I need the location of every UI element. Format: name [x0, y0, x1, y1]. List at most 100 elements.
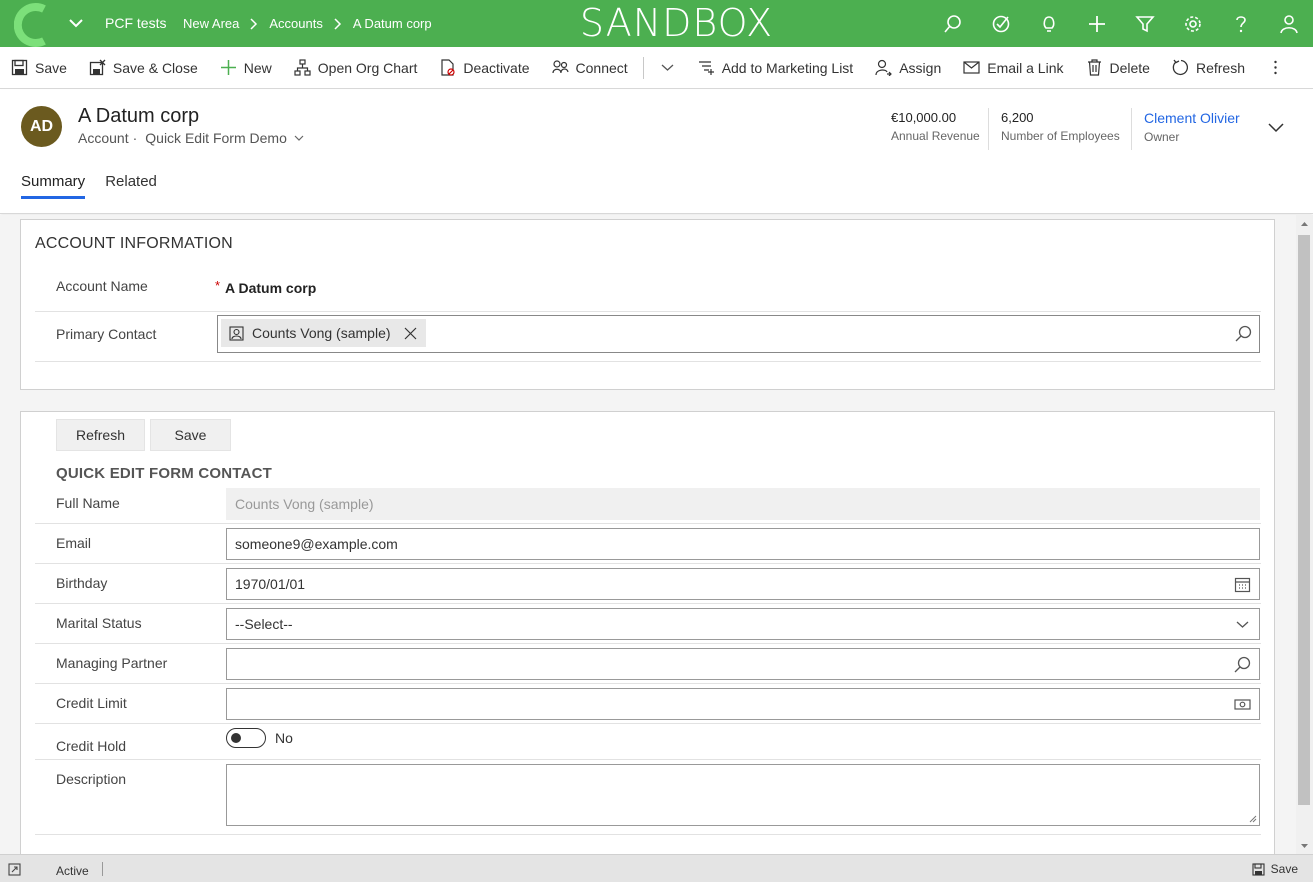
deactivate-icon — [441, 59, 455, 76]
close-icon[interactable] — [403, 326, 418, 341]
quick-edit-refresh-button[interactable]: Refresh — [56, 419, 145, 451]
quick-edit-form-section: Refresh Save QUICK EDIT FORM CONTACT Ful… — [20, 411, 1275, 854]
managing-partner-row: Managing Partner — [35, 644, 1261, 684]
credit-limit-field[interactable] — [226, 688, 1260, 720]
footer-save-button[interactable]: Save — [1252, 862, 1298, 876]
environment-banner: SANDBOX — [579, 1, 774, 45]
open-org-chart-button[interactable]: Open Org Chart — [283, 47, 429, 89]
connect-button[interactable]: Connect — [541, 47, 639, 89]
user-icon[interactable] — [1265, 0, 1313, 47]
save-close-button[interactable]: Save & Close — [78, 47, 209, 89]
more-connect-dropdown[interactable] — [648, 47, 687, 89]
more-vertical-icon — [1274, 60, 1277, 75]
scroll-down-icon[interactable] — [1300, 841, 1309, 850]
header-divider — [988, 108, 989, 150]
org-chart-icon — [294, 59, 311, 76]
account-name-label: Account Name — [56, 278, 148, 294]
task-icon[interactable] — [977, 0, 1025, 47]
footer-save-label: Save — [1270, 862, 1298, 876]
app-name[interactable]: PCF tests — [105, 15, 166, 31]
chevron-down-icon[interactable] — [66, 13, 86, 33]
owner-link[interactable]: Clement Olivier — [1144, 110, 1240, 126]
top-icons — [929, 0, 1313, 47]
save-icon — [1252, 862, 1265, 876]
breadcrumb-area[interactable]: New Area — [183, 16, 239, 31]
breadcrumb: New Area Accounts A Datum corp — [183, 16, 432, 31]
tab-summary[interactable]: Summary — [21, 173, 86, 199]
chevron-down-icon — [294, 135, 304, 141]
breadcrumb-accounts[interactable]: Accounts — [269, 16, 322, 31]
chevron-down-icon — [661, 64, 674, 71]
save-close-icon — [89, 59, 106, 76]
birthday-field[interactable]: 1970/01/01 — [226, 568, 1260, 600]
gear-icon[interactable] — [1169, 0, 1217, 47]
app-logo-icon[interactable] — [14, 3, 54, 47]
delete-button[interactable]: Delete — [1075, 47, 1161, 89]
description-textarea[interactable] — [226, 764, 1260, 826]
owner-label: Owner — [1144, 130, 1180, 144]
search-icon[interactable] — [1235, 325, 1252, 342]
vertical-scrollbar[interactable] — [1296, 215, 1313, 854]
lightbulb-icon[interactable] — [1025, 0, 1073, 47]
description-label: Description — [56, 771, 127, 787]
contact-card-icon — [229, 325, 244, 341]
more-commands-button[interactable] — [1256, 47, 1295, 89]
email-field[interactable]: someone9@example.com — [226, 528, 1260, 560]
expand-header-icon[interactable] — [1266, 120, 1286, 136]
email-value: someone9@example.com — [235, 536, 398, 552]
annual-revenue-value: €10,000.00 — [891, 110, 957, 125]
entity-name: Account — [78, 130, 129, 146]
tab-related[interactable]: Related — [105, 173, 157, 199]
email-row: Email someone9@example.com — [35, 524, 1261, 564]
chevron-down-icon — [1236, 621, 1249, 628]
managing-partner-lookup[interactable] — [226, 648, 1260, 680]
calendar-icon[interactable] — [1234, 576, 1251, 593]
status-bar: Active Save — [0, 854, 1313, 882]
currency-icon — [1234, 699, 1251, 710]
deactivate-button[interactable]: Deactivate — [428, 47, 540, 89]
help-icon[interactable] — [1217, 0, 1265, 47]
search-icon[interactable] — [1234, 656, 1251, 673]
header-field-owner: Clement Olivier Owner — [1144, 110, 1240, 144]
footer-divider — [102, 862, 103, 876]
account-name-value[interactable]: A Datum corp — [225, 280, 316, 296]
birthday-row: Birthday 1970/01/01 — [35, 564, 1261, 604]
email-link-button[interactable]: Email a Link — [952, 47, 1074, 89]
primary-contact-lookup[interactable]: Counts Vong (sample) — [217, 315, 1260, 353]
open-in-window-icon[interactable] — [8, 863, 21, 876]
quick-edit-save-button[interactable]: Save — [150, 419, 231, 451]
scroll-up-icon[interactable] — [1300, 220, 1309, 229]
contact-tag[interactable]: Counts Vong (sample) — [221, 319, 426, 347]
search-icon[interactable] — [929, 0, 977, 47]
full-name-row: Full Name Counts Vong (sample) — [35, 484, 1261, 524]
description-row: Description — [35, 760, 1261, 835]
resize-grip-icon[interactable] — [1249, 815, 1257, 823]
header-divider — [1131, 108, 1132, 150]
primary-contact-label: Primary Contact — [56, 326, 157, 342]
list-add-icon — [698, 61, 714, 75]
annual-revenue-label: Annual Revenue — [891, 129, 980, 143]
breadcrumb-record[interactable]: A Datum corp — [353, 16, 432, 31]
credit-hold-row: Credit Hold No — [35, 724, 1261, 760]
add-to-marketing-list-button[interactable]: Add to Marketing List — [687, 47, 865, 89]
plus-icon[interactable] — [1073, 0, 1121, 47]
command-separator — [642, 56, 644, 79]
command-bar: Save Save & Close New Open Org Chart Dea… — [0, 47, 1313, 89]
credit-hold-toggle[interactable] — [226, 728, 266, 748]
scrollbar-thumb[interactable] — [1298, 235, 1310, 805]
save-button[interactable]: Save — [0, 47, 78, 89]
filter-icon[interactable] — [1121, 0, 1169, 47]
marital-status-label: Marital Status — [56, 615, 142, 631]
refresh-button[interactable]: Refresh — [1161, 47, 1256, 89]
credit-hold-label: Credit Hold — [56, 738, 127, 754]
header-field-employees: 6,200 Number of Employees — [1001, 110, 1120, 143]
separator-dot: · — [132, 130, 138, 146]
marital-status-select[interactable]: --Select-- — [226, 608, 1260, 640]
credit-limit-row: Credit Limit — [35, 684, 1261, 724]
connect-icon — [551, 60, 569, 74]
required-marker: * — [215, 278, 221, 293]
assign-button[interactable]: Assign — [864, 47, 952, 89]
save-icon — [11, 59, 28, 76]
form-selector[interactable]: Quick Edit Form Demo — [145, 130, 305, 146]
new-button[interactable]: New — [209, 47, 283, 89]
